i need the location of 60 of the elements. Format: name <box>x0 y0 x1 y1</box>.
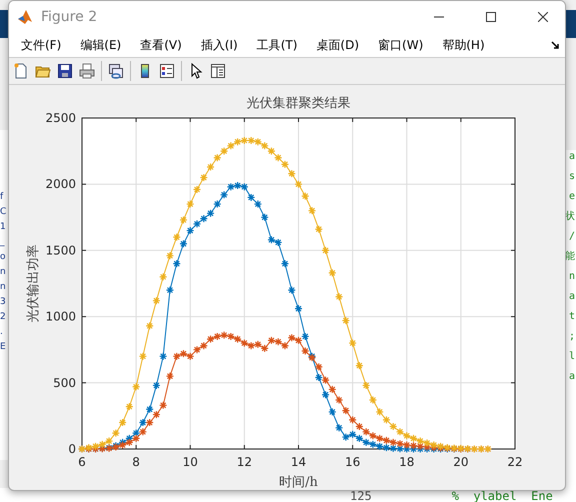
x-tick-label: 8 <box>132 455 140 469</box>
y-tick-label: 1000 <box>45 310 76 324</box>
code-text: s <box>568 170 575 184</box>
menu-item[interactable]: 编辑(E) <box>74 36 128 54</box>
menu-item[interactable]: 工具(T) <box>250 36 304 54</box>
x-tick-label: 16 <box>344 455 360 469</box>
legend-icon[interactable] <box>159 63 175 79</box>
file-name: n <box>0 266 6 279</box>
file-name: 1 <box>0 221 6 234</box>
dock-arrow-icon[interactable] <box>551 41 559 49</box>
file-name: n <box>0 281 6 294</box>
code-text: t <box>568 310 575 324</box>
close-icon <box>538 12 548 22</box>
save-icon[interactable] <box>57 63 73 79</box>
menu-item[interactable]: 窗口(W) <box>372 36 430 54</box>
x-tick-label: 14 <box>290 455 306 469</box>
file-name: 3 <box>0 296 6 309</box>
line-number: 125 <box>350 490 372 502</box>
menu-item[interactable]: 帮助(H) <box>436 36 491 54</box>
file-name: f <box>0 191 4 204</box>
code-text: a <box>568 370 575 384</box>
maximize-icon <box>486 12 496 22</box>
menu-item[interactable]: 文件(F) <box>15 36 68 54</box>
y-tick-label: 2500 <box>45 111 76 125</box>
window-title: Figure 2 <box>41 9 98 25</box>
file-name: 2 <box>0 311 6 324</box>
code-text: l <box>568 350 575 364</box>
x-axis-label: 时间/h <box>279 475 318 489</box>
x-tick-label: 22 <box>507 455 523 469</box>
code-text: / <box>568 230 575 244</box>
code-text: e <box>568 190 575 204</box>
y-tick-label: 500 <box>53 376 76 390</box>
app-logo-icon <box>17 9 33 25</box>
y-tick-label: 0 <box>68 442 76 456</box>
file-name: o <box>0 251 6 264</box>
menu-item[interactable]: 插入(I) <box>194 36 244 54</box>
linked-windows-icon[interactable] <box>108 63 124 79</box>
x-tick-label: 12 <box>236 455 252 469</box>
chart-title: 光伏集群聚类结果 <box>246 96 350 111</box>
x-tick-label: 18 <box>399 455 414 469</box>
code-text: n <box>568 270 575 284</box>
code-text: a <box>568 150 575 164</box>
printer-icon[interactable] <box>79 63 95 79</box>
new-file-icon[interactable] <box>13 63 29 79</box>
file-name: C <box>0 206 6 219</box>
file-name: _ <box>0 236 4 249</box>
y-tick-label: 1500 <box>45 243 76 258</box>
code-text: 能 <box>565 250 575 264</box>
file-name: E <box>0 341 6 354</box>
code-text: ; <box>568 330 575 344</box>
x-tick-label: 20 <box>453 455 469 469</box>
menu-item[interactable]: 查看(V) <box>134 36 188 54</box>
y-tick-label: 2000 <box>45 177 76 192</box>
code-text: a <box>568 290 575 304</box>
x-tick-label: 10 <box>182 455 198 469</box>
y-axis-label: 光伏输出功率 <box>26 244 41 322</box>
x-tick-label: 6 <box>78 455 86 469</box>
property-panel-icon[interactable] <box>210 63 226 79</box>
menu-item[interactable]: 桌面(D) <box>310 36 366 54</box>
file-name: . <box>0 326 3 339</box>
